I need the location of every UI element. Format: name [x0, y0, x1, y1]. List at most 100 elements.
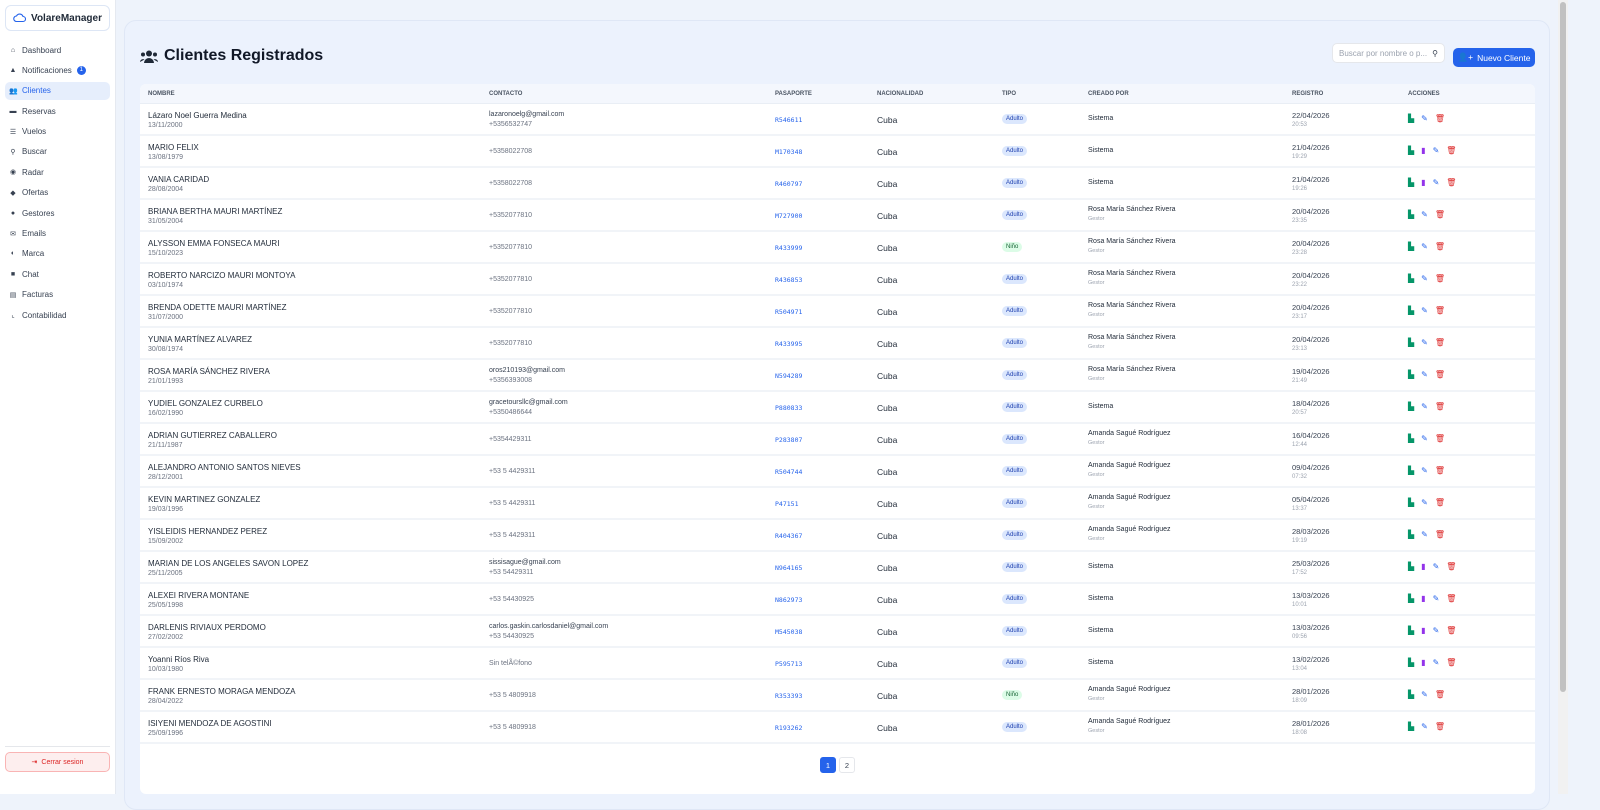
delete-icon[interactable]: 🗑︎: [1446, 658, 1456, 667]
excel-file-icon[interactable]: ▙: [1408, 338, 1414, 347]
client-name[interactable]: ALEJANDRO ANTONIO SANTOS NIEVES: [148, 463, 301, 472]
brand-logo[interactable]: VolareManager: [5, 5, 110, 31]
edit-icon[interactable]: ✎: [1421, 402, 1428, 411]
edit-icon[interactable]: ✎: [1421, 530, 1428, 539]
edit-icon[interactable]: ✎: [1421, 338, 1428, 347]
client-name[interactable]: YISLEIDIS HERNANDEZ PEREZ: [148, 527, 267, 536]
search-input[interactable]: Buscar por nombre o p... ⚲: [1332, 43, 1445, 63]
sidebar-item-chat[interactable]: ■ Chat: [5, 265, 110, 283]
sidebar-item-dashboard[interactable]: ⌂ Dashboard: [5, 41, 110, 59]
delete-icon[interactable]: 🗑︎: [1435, 242, 1445, 251]
client-name[interactable]: MARIO FELIX: [148, 143, 199, 152]
edit-icon[interactable]: ✎: [1421, 466, 1428, 475]
client-name[interactable]: ROBERTO NARCIZO MAURI MONTOYA: [148, 271, 295, 280]
sidebar-item-contabilidad[interactable]: ⌞ Contabilidad: [5, 306, 110, 324]
excel-file-icon[interactable]: ▙: [1408, 114, 1414, 123]
excel-file-icon[interactable]: ▙: [1408, 178, 1414, 187]
delete-icon[interactable]: 🗑︎: [1446, 178, 1456, 187]
delete-icon[interactable]: 🗑︎: [1446, 146, 1456, 155]
client-name[interactable]: MARIAN DE LOS ANGELES SAVON LOPEZ: [148, 559, 308, 568]
sidebar-item-buscar[interactable]: ⚲ Buscar: [5, 143, 110, 161]
page-button-2[interactable]: 2: [839, 757, 855, 773]
client-name[interactable]: ISIYENI MENDOZA DE AGOSTINI: [148, 719, 272, 728]
delete-icon[interactable]: 🗑︎: [1435, 466, 1445, 475]
excel-file-icon[interactable]: ▙: [1408, 658, 1414, 667]
excel-file-icon[interactable]: ▙: [1408, 690, 1414, 699]
client-name[interactable]: ROSA MARÍA SÁNCHEZ RIVERA: [148, 367, 270, 376]
edit-icon[interactable]: ✎: [1421, 242, 1428, 251]
delete-icon[interactable]: 🗑︎: [1435, 370, 1445, 379]
delete-icon[interactable]: 🗑︎: [1446, 594, 1456, 603]
client-name[interactable]: ALYSSON EMMA FONSECA MAURI: [148, 239, 279, 248]
sidebar-item-notificaciones[interactable]: ▲ Notificaciones 1: [5, 61, 110, 79]
delete-icon[interactable]: 🗑︎: [1446, 626, 1456, 635]
delete-icon[interactable]: 🗑︎: [1435, 274, 1445, 283]
excel-file-icon[interactable]: ▙: [1408, 146, 1414, 155]
pdf-file-icon[interactable]: ▮: [1421, 594, 1425, 603]
sidebar-item-vuelos[interactable]: ☰ Vuelos: [5, 123, 110, 141]
delete-icon[interactable]: 🗑︎: [1435, 306, 1445, 315]
scrollbar-thumb[interactable]: [1560, 2, 1566, 692]
edit-icon[interactable]: ✎: [1433, 562, 1440, 571]
delete-icon[interactable]: 🗑︎: [1435, 210, 1445, 219]
client-name[interactable]: Yoanni Ríos Riva: [148, 655, 209, 664]
sidebar-item-gestores[interactable]: ● Gestores: [5, 204, 110, 222]
excel-file-icon[interactable]: ▙: [1408, 370, 1414, 379]
sidebar-item-reservas[interactable]: ▬ Reservas: [5, 102, 110, 120]
logout-button[interactable]: ⇥ Cerrar sesion: [5, 752, 110, 772]
excel-file-icon[interactable]: ▙: [1408, 242, 1414, 251]
pdf-file-icon[interactable]: ▮: [1421, 562, 1425, 571]
excel-file-icon[interactable]: ▙: [1408, 626, 1414, 635]
edit-icon[interactable]: ✎: [1421, 434, 1428, 443]
delete-icon[interactable]: 🗑︎: [1435, 434, 1445, 443]
client-name[interactable]: YUDIEL GONZALEZ CURBELO: [148, 399, 263, 408]
excel-file-icon[interactable]: ▙: [1408, 466, 1414, 475]
delete-icon[interactable]: 🗑︎: [1435, 530, 1445, 539]
client-name[interactable]: FRANK ERNESTO MORAGA MENDOZA: [148, 687, 295, 696]
edit-icon[interactable]: ✎: [1421, 210, 1428, 219]
sidebar-item-ofertas[interactable]: ◆ Ofertas: [5, 184, 110, 202]
client-name[interactable]: BRENDA ODETTE MAURI MARTÍNEZ: [148, 303, 287, 312]
page-button-1[interactable]: 1: [820, 757, 836, 773]
delete-icon[interactable]: 🗑︎: [1435, 338, 1445, 347]
sidebar-item-marca[interactable]: ◐ Marca: [5, 245, 110, 263]
delete-icon[interactable]: 🗑︎: [1435, 498, 1445, 507]
edit-icon[interactable]: ✎: [1433, 658, 1440, 667]
client-name[interactable]: ADRIAN GUTIERREZ CABALLERO: [148, 431, 277, 440]
excel-file-icon[interactable]: ▙: [1408, 210, 1414, 219]
edit-icon[interactable]: ✎: [1433, 178, 1440, 187]
delete-icon[interactable]: 🗑︎: [1435, 114, 1445, 123]
edit-icon[interactable]: ✎: [1421, 690, 1428, 699]
new-client-button[interactable]: 👤+ Nuevo Cliente: [1453, 48, 1535, 67]
edit-icon[interactable]: ✎: [1421, 306, 1428, 315]
edit-icon[interactable]: ✎: [1433, 626, 1440, 635]
edit-icon[interactable]: ✎: [1433, 146, 1440, 155]
client-name[interactable]: YUNIA MARTÍNEZ ALVAREZ: [148, 335, 252, 344]
edit-icon[interactable]: ✎: [1421, 114, 1428, 123]
excel-file-icon[interactable]: ▙: [1408, 498, 1414, 507]
excel-file-icon[interactable]: ▙: [1408, 402, 1414, 411]
excel-file-icon[interactable]: ▙: [1408, 594, 1414, 603]
edit-icon[interactable]: ✎: [1421, 722, 1428, 731]
delete-icon[interactable]: 🗑︎: [1435, 690, 1445, 699]
client-name[interactable]: ALEXEI RIVERA MONTANE: [148, 591, 249, 600]
excel-file-icon[interactable]: ▙: [1408, 722, 1414, 731]
pdf-file-icon[interactable]: ▮: [1421, 178, 1425, 187]
excel-file-icon[interactable]: ▙: [1408, 530, 1414, 539]
edit-icon[interactable]: ✎: [1421, 274, 1428, 283]
pdf-file-icon[interactable]: ▮: [1421, 658, 1425, 667]
edit-icon[interactable]: ✎: [1421, 498, 1428, 507]
delete-icon[interactable]: 🗑︎: [1446, 562, 1456, 571]
sidebar-item-facturas[interactable]: ▤ Facturas: [5, 286, 110, 304]
pdf-file-icon[interactable]: ▮: [1421, 626, 1425, 635]
edit-icon[interactable]: ✎: [1421, 370, 1428, 379]
excel-file-icon[interactable]: ▙: [1408, 306, 1414, 315]
client-name[interactable]: BRIANA BERTHA MAURI MARTÍNEZ: [148, 207, 282, 216]
delete-icon[interactable]: 🗑︎: [1435, 722, 1445, 731]
client-name[interactable]: KEVIN MARTINEZ GONZALEZ: [148, 495, 260, 504]
excel-file-icon[interactable]: ▙: [1408, 434, 1414, 443]
pdf-file-icon[interactable]: ▮: [1421, 146, 1425, 155]
client-name[interactable]: Lázaro Noel Guerra Medina: [148, 111, 247, 120]
client-name[interactable]: DARLENIS RIVIAUX PERDOMO: [148, 623, 266, 632]
excel-file-icon[interactable]: ▙: [1408, 562, 1414, 571]
